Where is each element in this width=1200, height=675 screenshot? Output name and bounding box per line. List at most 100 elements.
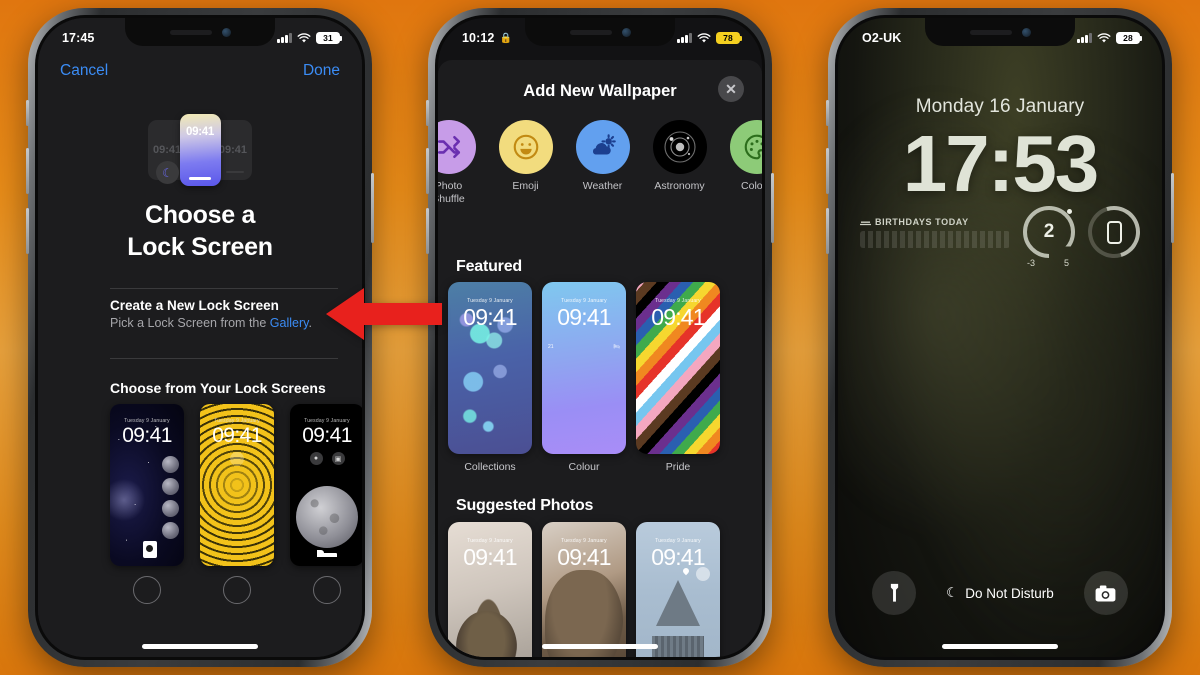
lock-screen-thumb-moon[interactable]: Tuesday 9 January 09:41 ● ▣: [290, 404, 362, 566]
front-camera-icon: [221, 27, 231, 37]
wallpaper-type-emoji[interactable]: Emoji: [493, 120, 558, 206]
thumb-time: 09:41: [557, 304, 611, 330]
mute-switch[interactable]: [826, 100, 829, 126]
palette-icon: [729, 120, 762, 174]
suggested-photos-row[interactable]: Tuesday 9 January 09:41 Tuesday 9 Januar…: [438, 522, 762, 657]
thumb-time: 09:41: [302, 424, 352, 447]
wifi-icon: [297, 32, 311, 43]
lock-screen-clock: 17:53: [902, 119, 1100, 208]
notch: [925, 18, 1075, 46]
type-label: Photo Shuffle: [438, 180, 465, 206]
home-indicator[interactable]: [142, 644, 258, 649]
lock-screen-widgets: BIRTHDAYS TODAY 2 -3 5: [860, 196, 1150, 268]
front-camera-icon: [621, 27, 631, 37]
suggested-photo-cat-2[interactable]: Tuesday 9 January 09:41: [542, 522, 626, 657]
phone1-nav-bar: Cancel Done: [38, 54, 362, 88]
wallpaper-type-photo-shuffle[interactable]: Photo Shuffle: [438, 120, 481, 206]
birthdays-widget[interactable]: BIRTHDAYS TODAY: [860, 216, 1010, 248]
battery-indicator: 78: [716, 31, 743, 45]
birthdays-widget-content: [860, 230, 1010, 248]
page-title: Choose a Lock Screen: [38, 200, 362, 263]
home-indicator[interactable]: [942, 644, 1058, 649]
thumb-time: 09:41: [463, 304, 517, 330]
featured-heading: Featured: [456, 258, 522, 275]
add-wallpaper-sheet: Add New Wallpaper ✕ Photo Shuffle: [438, 60, 762, 657]
status-indicators: 28: [1077, 31, 1143, 45]
suggested-photo-building[interactable]: Tuesday 9 January 09:41: [636, 522, 720, 657]
power-button[interactable]: [771, 173, 774, 243]
wallpaper-card-colour[interactable]: Tuesday 9 January 09:41 21 🛏 Colour: [542, 282, 626, 473]
page-title-line1: Choose a: [144, 201, 256, 229]
volume-down-button[interactable]: [26, 208, 29, 254]
lock-screen-preview[interactable]: 09:41 09:41 09:41 ☾: [140, 114, 260, 186]
featured-row[interactable]: Tuesday 9 January 09:41 Collections Tues…: [438, 282, 762, 473]
wallpaper-type-astronomy[interactable]: Astronomy: [647, 120, 712, 206]
bed-sleep-icon: [317, 550, 337, 557]
close-icon[interactable]: ✕: [718, 76, 744, 102]
volume-up-button[interactable]: [826, 148, 829, 194]
wallpaper-label: Colour: [568, 461, 600, 473]
battery-indicator: 31: [316, 31, 343, 45]
gallery-link[interactable]: Gallery: [270, 316, 309, 330]
wallpaper-thumb: Tuesday 9 January 09:41: [448, 522, 532, 657]
power-button[interactable]: [1171, 173, 1174, 243]
wallpaper-type-colour[interactable]: Colour: [724, 120, 762, 206]
thumb-widgets: ● ▣: [290, 452, 362, 465]
cellular-bars-icon: [677, 33, 692, 43]
status-indicators: 31: [277, 31, 343, 45]
moon-focus-icon: ☾: [156, 161, 179, 184]
flashlight-button[interactable]: [872, 571, 916, 615]
temperature-widget[interactable]: 2 -3 5: [1023, 206, 1075, 268]
wallpaper-type-weather[interactable]: Weather: [570, 120, 635, 206]
mute-switch[interactable]: [26, 100, 29, 126]
done-button[interactable]: Done: [303, 62, 340, 80]
select-circle-3[interactable]: [290, 576, 362, 604]
phone3-screen: O2-UK 28 Monday 16 January 17:53 BIRTHDA…: [838, 18, 1162, 657]
phone2-screen: 10:12 🔒 78 Add New Wallpaper ✕ Photo huf…: [438, 18, 762, 657]
thumb-time: 09:41: [557, 544, 611, 570]
thumb-time: 09:41: [212, 424, 262, 447]
wallpaper-card-pride[interactable]: Tuesday 9 January 09:41 Pride: [636, 282, 720, 473]
volume-up-button[interactable]: [26, 148, 29, 194]
preview-home-indicator: [189, 177, 211, 180]
page-title-line2: Lock Screen: [127, 232, 273, 261]
temperature-low: -3: [1027, 258, 1036, 268]
sun-graphic: [110, 476, 148, 524]
phone-left-choose-lock-screen: 17:45 31 Cancel Done 09:41 09:41 09:41 ☾…: [26, 8, 374, 667]
lock-screens-grid: Tuesday 9 January 09:41 Tuesday 9 Januar…: [110, 404, 362, 566]
suggested-photo-cat-1[interactable]: Tuesday 9 January 09:41: [448, 522, 532, 657]
camera-button[interactable]: [1083, 571, 1128, 615]
home-indicator[interactable]: [542, 644, 658, 649]
preview-front-card: 09:41: [179, 114, 221, 186]
choose-from-heading: Choose from Your Lock Screens: [110, 380, 326, 396]
wallpaper-label: Pride: [665, 461, 691, 473]
battery-ring: [1078, 196, 1150, 268]
wallpaper-type-row[interactable]: Photo Shuffle Emoji: [438, 120, 762, 206]
do-not-disturb-status: ☾ Do Not Disturb: [946, 585, 1054, 601]
select-circle-1[interactable]: [110, 576, 184, 604]
type-label: Astronomy: [654, 180, 705, 192]
lock-screen-thumb-bee-spiral[interactable]: Tuesday 9 January 09:41: [200, 404, 274, 566]
wallpaper-card-collections[interactable]: Tuesday 9 January 09:41 Collections: [448, 282, 532, 473]
lock-screen-selectors: [110, 576, 362, 604]
volume-down-button[interactable]: [426, 208, 429, 254]
notch: [125, 18, 275, 46]
mute-switch[interactable]: [426, 100, 429, 126]
shuffle-icon: [438, 120, 476, 174]
select-circle-2[interactable]: [200, 576, 274, 604]
volume-down-button[interactable]: [826, 208, 829, 254]
phone-bezel: 17:45 31 Cancel Done 09:41 09:41 09:41 ☾…: [35, 15, 365, 660]
thumb-time: 09:41: [122, 424, 172, 447]
cancel-button[interactable]: Cancel: [60, 62, 108, 80]
power-button[interactable]: [371, 173, 374, 243]
lock-screen-thumb-astronomy[interactable]: Tuesday 9 January 09:41: [110, 404, 184, 566]
battery-ring-widget[interactable]: [1078, 196, 1150, 268]
volume-up-button[interactable]: [426, 148, 429, 194]
lock-portrait-icon: 🔒: [499, 32, 513, 44]
carrier-label: O2-UK: [862, 31, 902, 45]
create-new-lock-screen-row[interactable]: Create a New Lock Screen Pick a Lock Scr…: [110, 298, 342, 330]
subtitle-pre: Pick a Lock Screen from the: [110, 316, 270, 330]
wifi-icon: [1097, 32, 1111, 43]
phone1-screen: 17:45 31 Cancel Done 09:41 09:41 09:41 ☾…: [38, 18, 362, 657]
building-spire: [656, 580, 700, 627]
